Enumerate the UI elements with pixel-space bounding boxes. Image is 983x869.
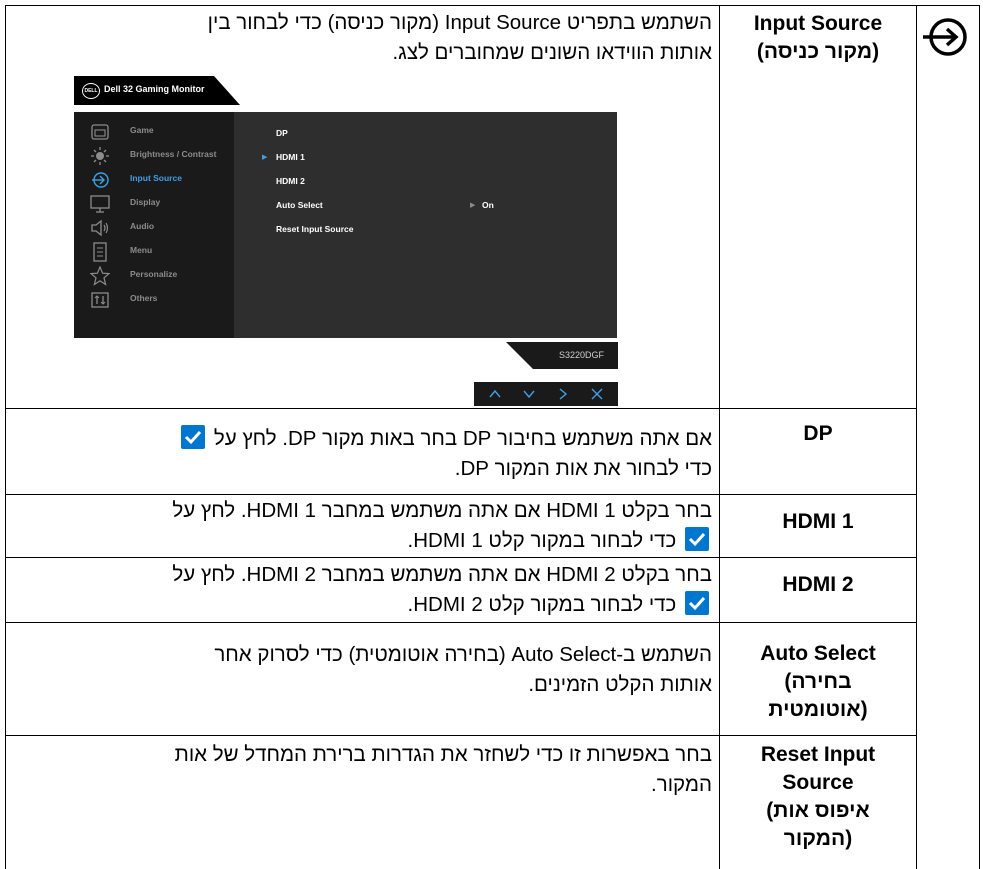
desc-line: כדי לבחור את אות המקור DP. — [454, 457, 712, 480]
option-hdmi2[interactable]: HDMI 2 — [276, 176, 305, 186]
option-auto-select[interactable]: Auto Select — [276, 200, 323, 210]
osd-menu: Game Brightness / Contrast Input Source … — [74, 112, 234, 338]
value-arrow-icon: ▶ — [470, 202, 476, 209]
desc-line: השתמש בתפריט Input Source (מקור כניסה) כ… — [207, 11, 712, 34]
menu-item-personalize[interactable]: Personalize — [74, 264, 234, 288]
label-he: (מקור כניסה) — [756, 40, 880, 63]
menu-label: Audio — [130, 221, 155, 231]
label-en: HDMI 2 — [782, 573, 854, 596]
row-divider — [5, 557, 916, 558]
row-desc-reset-input-source: בחר באפשרות זו כדי לשחזר את הגדרות ברירת… — [12, 740, 712, 800]
dell-logo: DELL — [82, 83, 100, 99]
label-he: אוטומטית) — [768, 698, 868, 721]
table-border-left — [5, 5, 6, 869]
option-hdmi1[interactable]: HDMI 1 — [276, 152, 305, 162]
down-icon[interactable] — [520, 385, 538, 403]
model-name: S3220DGF — [558, 350, 604, 360]
row-divider — [5, 735, 916, 736]
menu-label: Others — [130, 293, 158, 303]
label-en: HDMI 1 — [782, 510, 854, 533]
menu-item-input-source[interactable]: Input Source — [74, 168, 234, 192]
input-source-icon — [92, 172, 109, 188]
table-border-right — [979, 5, 980, 869]
right-icon[interactable] — [554, 385, 572, 403]
osd-screenshot: DELL Dell 32 Gaming Monitor Game Brightn… — [74, 76, 618, 406]
desc-text: כדי לבחור במקור קלט HDMI 1. — [407, 529, 677, 552]
row-desc-hdmi2: בחר בקלט HDMI 2 אם אתה משתמש במחבר HDMI … — [12, 560, 712, 620]
input-source-icon — [920, 17, 972, 57]
menu-label: Menu — [130, 245, 153, 255]
desc-line: אם אתה משתמש בחיבור DP בחר באות מקור DP.… — [12, 424, 712, 454]
row-divider — [5, 494, 916, 495]
menu-item-others[interactable]: Others — [74, 288, 234, 312]
menu-item-menu[interactable]: Menu — [74, 240, 234, 264]
checkmark-icon — [181, 425, 206, 449]
desc-line: בחר בקלט HDMI 1 אם אתה משתמש במחבר HDMI … — [172, 499, 712, 522]
document-page: Input Source (מקור כניסה) השתמש בתפריט I… — [0, 0, 983, 869]
label-en: Auto Select — [760, 642, 876, 665]
up-icon[interactable] — [486, 385, 504, 403]
row-label-auto-select: Auto Select (בחירה אוטומטית) — [720, 640, 916, 724]
desc-line: כדי לבחור במקור קלט HDMI 1. — [12, 526, 712, 556]
auto-select-value: On — [482, 200, 494, 210]
menu-item-game[interactable]: Game — [74, 120, 234, 144]
row-label-hdmi1: HDMI 1 — [720, 508, 916, 536]
row-divider — [5, 408, 916, 409]
menu-item-audio[interactable]: Audio — [74, 216, 234, 240]
menu-item-brightness[interactable]: Brightness / Contrast — [74, 144, 234, 168]
option-reset-input-source[interactable]: Reset Input Source — [276, 224, 353, 234]
model-bar: S3220DGF — [506, 342, 618, 369]
option-dp[interactable]: DP — [276, 128, 288, 138]
desc-line: אותות הווידאו השונים שמחוברים לצג. — [392, 41, 712, 64]
menu-label: Personalize — [130, 269, 178, 279]
desc-line: בחר באפשרות זו כדי לשחזר את הגדרות ברירת… — [174, 743, 712, 766]
menu-item-display[interactable]: Display — [74, 192, 234, 216]
label-he: (בחירה — [784, 670, 852, 693]
checkmark-icon — [685, 591, 709, 615]
label-en: Reset Input — [760, 743, 876, 766]
row-desc-input-source: השתמש בתפריט Input Source (מקור כניסה) כ… — [12, 8, 712, 68]
desc-line: השתמש ב-Auto Select (בחירה אוטומטית) כדי… — [214, 643, 712, 666]
row-desc-hdmi1: בחר בקלט HDMI 1 אם אתה משתמש במחבר HDMI … — [12, 496, 712, 556]
osd-title-bar: DELL Dell 32 Gaming Monitor — [74, 76, 240, 105]
label-en: Source — [782, 771, 854, 794]
menu-label: Input Source — [130, 173, 182, 183]
desc-line: בחר בקלט HDMI 2 אם אתה משתמש במחבר HDMI … — [172, 563, 712, 586]
desc-line: המקור. — [651, 773, 712, 796]
game-icon — [91, 124, 109, 140]
icon-column-divider — [916, 5, 917, 869]
menu-icon — [93, 242, 107, 262]
desc-text: כדי לבחור במקור קלט HDMI 2. — [407, 593, 677, 616]
desc-line: אותות הקלט הזמינים. — [528, 673, 712, 696]
osd-options-panel: DP ▶ HDMI 1 HDMI 2 Auto Select ▶ On Rese… — [234, 112, 617, 338]
row-label-hdmi2: HDMI 2 — [720, 571, 916, 599]
row-desc-dp: אם אתה משתמש בחיבור DP בחר באות מקור DP.… — [12, 424, 712, 484]
label-en: Input Source — [753, 12, 883, 35]
display-icon — [90, 195, 110, 213]
star-icon — [90, 266, 110, 286]
menu-label: Game — [130, 125, 154, 135]
row-label-reset-input-source: Reset Input Source (איפוס אות המקור) — [720, 741, 916, 853]
row-label-input-source: Input Source (מקור כניסה) — [720, 10, 916, 66]
menu-label: Display — [130, 197, 161, 207]
osd-title: Dell 32 Gaming Monitor — [104, 84, 205, 94]
close-icon[interactable] — [588, 385, 606, 403]
desc-text: אם אתה משתמש בחיבור DP בחר באות מקור DP.… — [213, 427, 712, 450]
label-he: המקור) — [783, 827, 853, 850]
selected-arrow-icon: ▶ — [262, 154, 268, 161]
row-divider — [5, 622, 916, 623]
checkmark-icon — [685, 527, 709, 551]
label-he: (איפוס אות — [766, 799, 870, 822]
label-en: DP — [803, 422, 833, 445]
row-label-dp: DP — [720, 420, 916, 448]
audio-icon — [91, 219, 109, 237]
brightness-icon — [91, 147, 109, 165]
osd-nav-bar — [474, 382, 618, 406]
desc-line: כדי לבחור במקור קלט HDMI 2. — [12, 590, 712, 620]
row-desc-auto-select: השתמש ב-Auto Select (בחירה אוטומטית) כדי… — [12, 640, 712, 700]
menu-label: Brightness / Contrast — [130, 149, 217, 159]
table-border-top — [5, 5, 979, 6]
others-icon — [91, 292, 109, 308]
